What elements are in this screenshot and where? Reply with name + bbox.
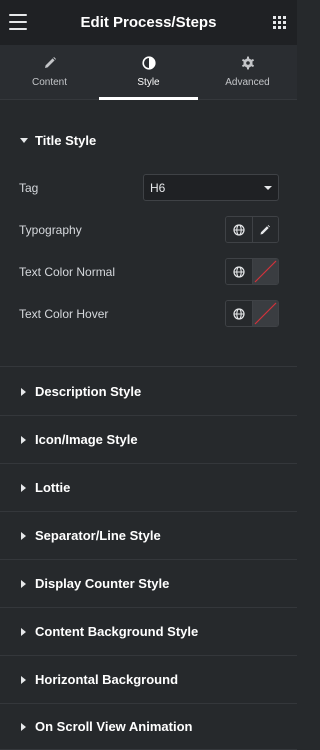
section-label: Display Counter Style xyxy=(35,576,170,591)
section-separator-line-style[interactable]: Separator/Line Style xyxy=(0,512,297,560)
section-label: Icon/Image Style xyxy=(35,432,138,447)
no-color-slash-icon xyxy=(254,302,277,325)
text-color-hover-label: Text Color Hover xyxy=(19,307,109,321)
section-content-background-style[interactable]: Content Background Style xyxy=(0,608,297,656)
color-swatch-button[interactable] xyxy=(251,301,278,326)
section-label: Horizontal Background xyxy=(35,672,179,687)
chevron-down-icon xyxy=(264,186,272,190)
panel-tabs: Content Style Advanced xyxy=(0,45,297,100)
grid-icon[interactable] xyxy=(273,16,286,29)
caret-right-icon xyxy=(21,483,26,492)
text-color-normal-controls xyxy=(225,258,279,285)
hamburger-icon[interactable] xyxy=(9,14,27,30)
tag-label: Tag xyxy=(19,181,39,195)
section-label: Description Style xyxy=(35,384,142,399)
section-label: On Scroll View Animation xyxy=(35,719,193,734)
section-on-scroll-view-animation[interactable]: On Scroll View Animation xyxy=(0,704,297,750)
caret-down-icon xyxy=(20,138,28,143)
pencil-icon xyxy=(43,56,57,70)
section-horizontal-background[interactable]: Horizontal Background xyxy=(0,656,297,704)
caret-right-icon xyxy=(21,722,26,731)
typography-label: Typography xyxy=(19,223,82,237)
tab-advanced[interactable]: Advanced xyxy=(198,45,297,99)
tab-advanced-label: Advanced xyxy=(225,77,270,88)
typography-controls xyxy=(225,216,279,243)
caret-right-icon xyxy=(21,435,26,444)
color-swatch-button[interactable] xyxy=(251,259,278,284)
section-description-style[interactable]: Description Style xyxy=(0,368,297,416)
text-color-hover-controls xyxy=(225,300,279,327)
section-lottie[interactable]: Lottie xyxy=(0,464,297,512)
globe-icon xyxy=(233,265,245,278)
text-color-normal-label: Text Color Normal xyxy=(19,265,116,279)
tab-content-label: Content xyxy=(31,77,68,88)
tag-select[interactable]: H6 xyxy=(143,174,279,201)
global-color-button[interactable] xyxy=(226,259,252,284)
section-label: Content Background Style xyxy=(35,624,199,639)
pencil-icon xyxy=(260,224,271,234)
globe-icon xyxy=(233,307,245,320)
tab-content[interactable]: Content xyxy=(0,45,99,99)
caret-right-icon xyxy=(21,675,26,684)
section-icon-image-style[interactable]: Icon/Image Style xyxy=(0,416,297,464)
section-label: Lottie xyxy=(35,480,71,495)
globe-icon xyxy=(233,223,245,236)
global-color-button[interactable] xyxy=(226,301,252,326)
gear-icon xyxy=(241,56,255,70)
title-style-toggle[interactable]: Title Style xyxy=(20,133,96,148)
tab-style-label: Style xyxy=(137,77,160,88)
section-display-counter-style[interactable]: Display Counter Style xyxy=(0,560,297,608)
caret-right-icon xyxy=(21,579,26,588)
global-button[interactable] xyxy=(226,217,252,242)
panel-title: Edit Process/Steps xyxy=(80,14,217,31)
caret-right-icon xyxy=(21,387,26,396)
edit-typography-button[interactable] xyxy=(251,217,278,242)
half-circle-icon xyxy=(141,56,156,70)
section-label: Separator/Line Style xyxy=(35,528,161,543)
tab-style[interactable]: Style xyxy=(99,45,198,100)
tag-value: H6 xyxy=(150,180,166,195)
title-style-section: Title Style Tag H6 Typography Text Color… xyxy=(0,100,297,367)
caret-right-icon xyxy=(21,627,26,636)
no-color-slash-icon xyxy=(254,260,277,283)
section-heading: Title Style xyxy=(35,133,97,148)
caret-right-icon xyxy=(21,531,26,540)
panel-header: Edit Process/Steps xyxy=(0,0,297,45)
